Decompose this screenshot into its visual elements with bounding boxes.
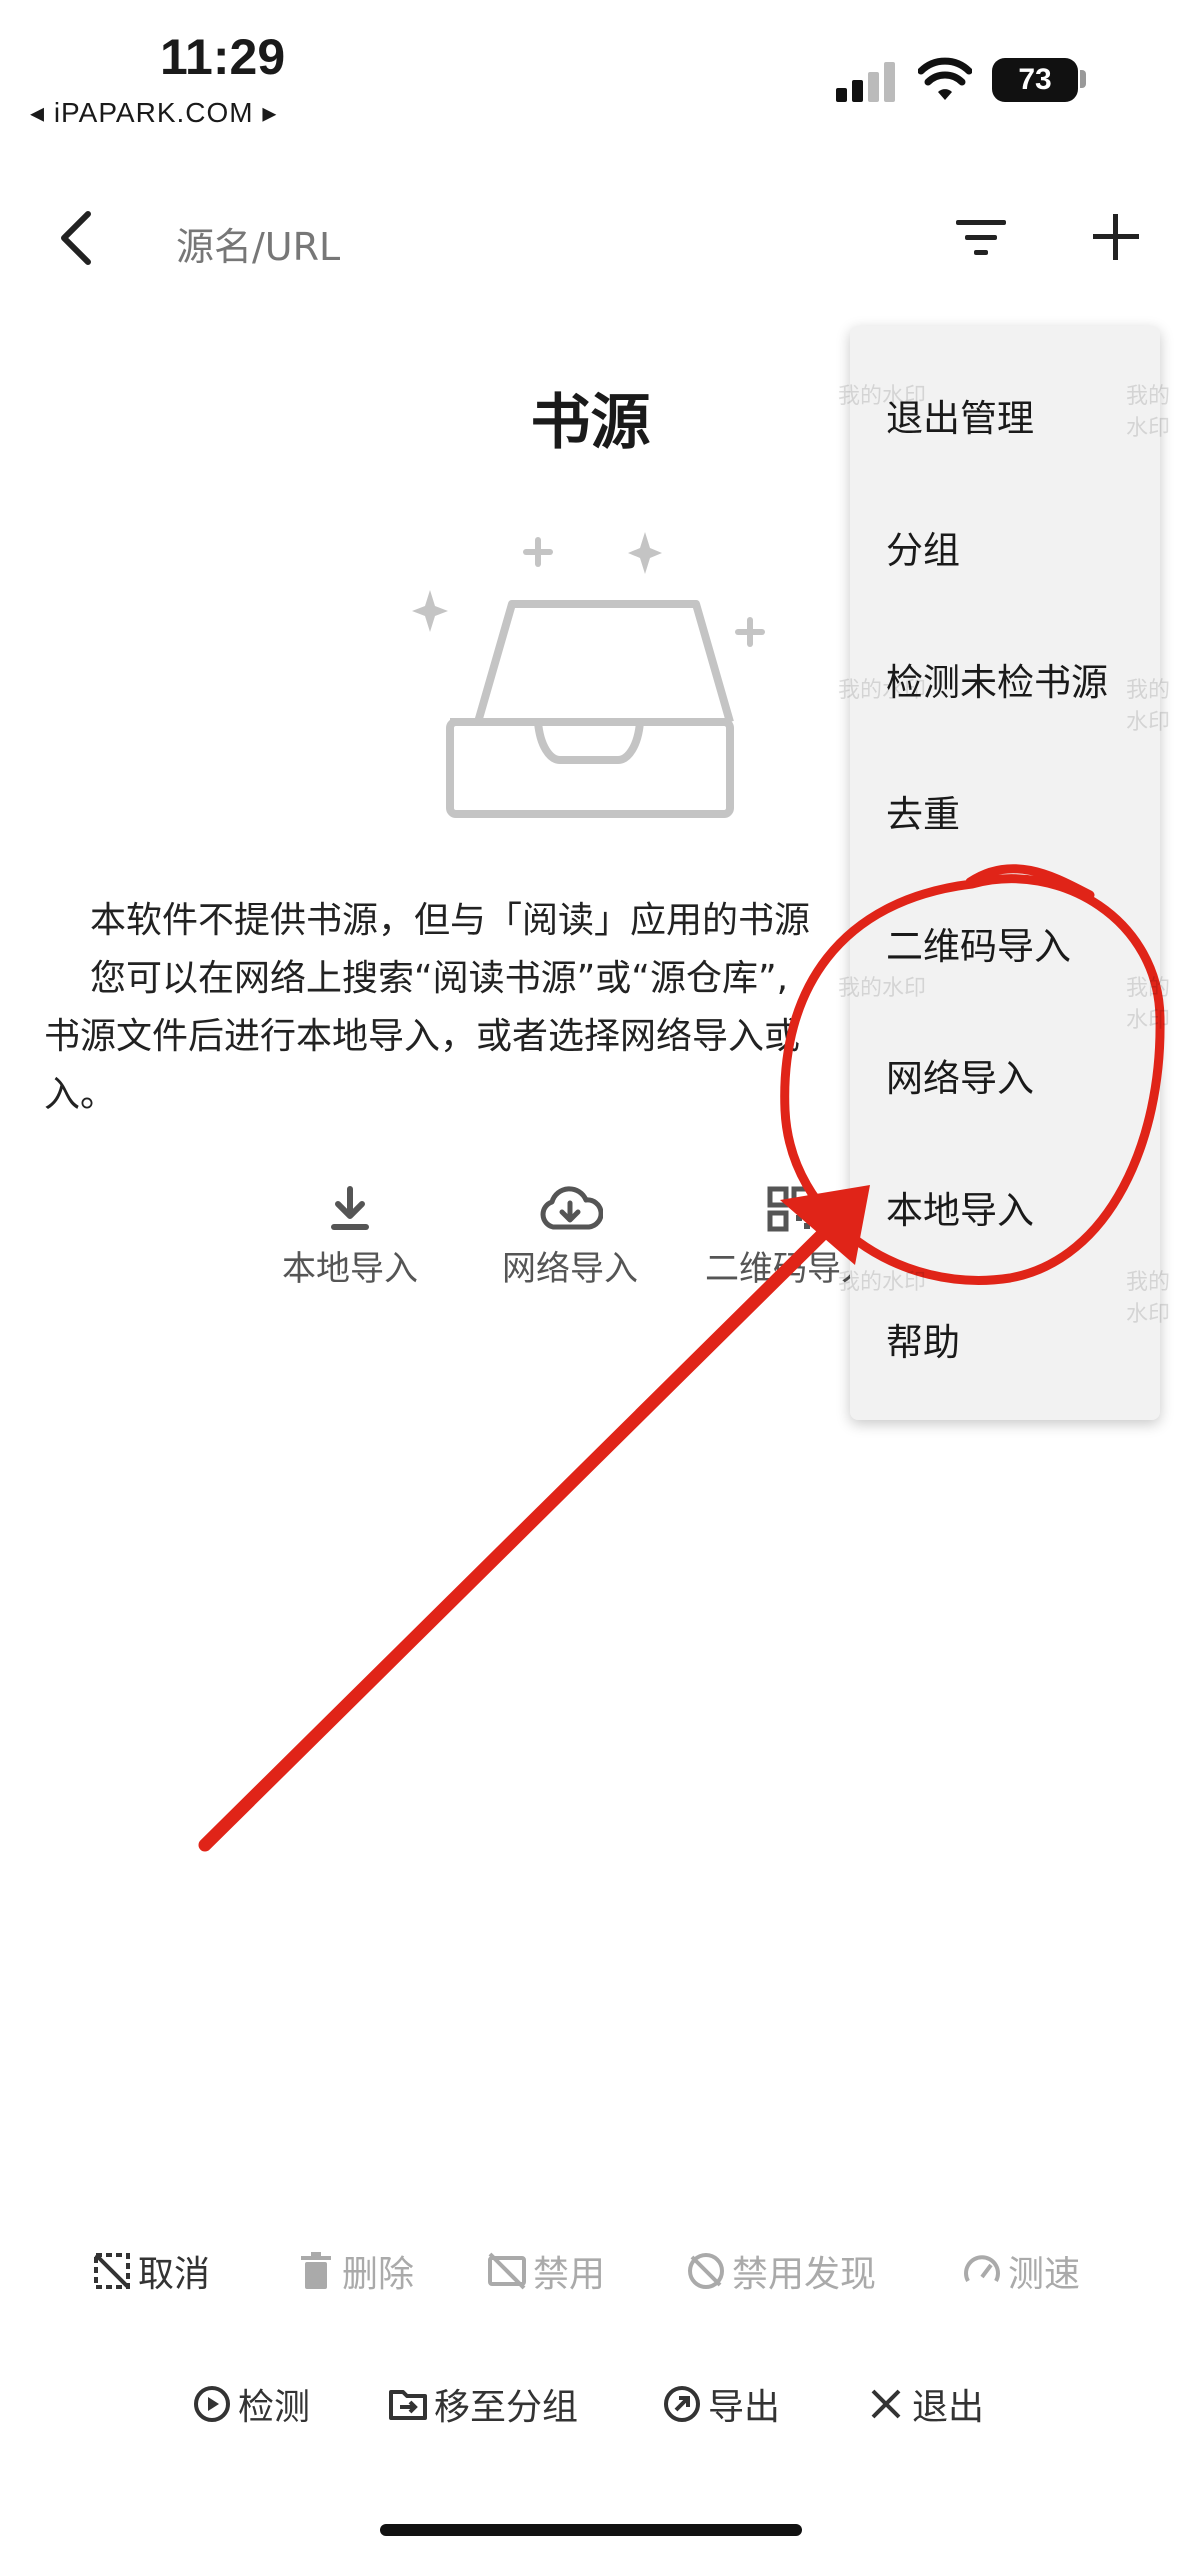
disable-label: 禁用: [533, 2254, 606, 2295]
disable-explore-button[interactable]: 禁用发现: [686, 2245, 876, 2297]
overflow-menu: 退出管理 分组 检测未检书源 去重 二维码导入 网络导入 本地导入 帮助: [850, 326, 1160, 1420]
empty-inbox-icon: [412, 532, 765, 818]
status-time: 11:29: [160, 29, 286, 85]
back-icon[interactable]: [56, 210, 96, 266]
select-cancel-icon: [94, 2253, 130, 2289]
add-icon[interactable]: [1093, 214, 1139, 260]
network-import-button[interactable]: 网络导入: [475, 1185, 665, 1290]
watermark: 我的水印: [838, 1270, 927, 1295]
export-label: 导出: [708, 2387, 781, 2428]
disable-button[interactable]: 禁用: [487, 2245, 605, 2297]
cancel-selection-button[interactable]: 取消: [92, 2245, 210, 2297]
menu-item-network-import[interactable]: 网络导入: [886, 1048, 1034, 1102]
filter-icon[interactable]: [956, 218, 1006, 258]
watermark: 我的水印: [1126, 384, 1171, 441]
cellular-signal-icon: [836, 62, 898, 102]
exit-button[interactable]: 退出: [866, 2378, 984, 2430]
close-icon: [871, 2389, 901, 2419]
menu-item-dedupe[interactable]: 去重: [886, 784, 960, 838]
speed-test-button[interactable]: 测速: [962, 2245, 1080, 2297]
battery-indicator: 73: [992, 58, 1078, 102]
search-input[interactable]: 源名/URL: [176, 216, 340, 271]
wifi-icon: [918, 57, 972, 100]
description-line-3: 书源文件后进行本地导入，或者选择网络导入或: [44, 1016, 801, 1057]
delete-button[interactable]: 删除: [296, 2245, 414, 2297]
watermark: 我的水印: [1126, 976, 1171, 1033]
menu-item-qrcode-import[interactable]: 二维码导入: [886, 916, 1071, 970]
speed-test-label: 测速: [1008, 2254, 1081, 2295]
watermark: 我的水印: [838, 384, 927, 409]
watermark: 我的水印: [1126, 678, 1171, 735]
status-carrier: ◂ iPAPARK.COM ▸: [30, 97, 278, 128]
watermark: 我的水印: [838, 976, 927, 1001]
description-line-1: 本软件不提供书源，但与「阅读」应用的书源: [90, 900, 811, 941]
qrcode-icon: [767, 1186, 813, 1232]
watermark: 我的水印: [838, 678, 927, 703]
export-icon: [664, 2386, 700, 2422]
watermark: 我的水印: [1126, 1270, 1171, 1327]
check-label: 检测: [238, 2387, 311, 2428]
download-icon: [331, 1186, 369, 1230]
disable-icon: [488, 2252, 526, 2290]
check-button[interactable]: 检测: [192, 2378, 310, 2430]
cloud-download-icon: [540, 1186, 603, 1230]
menu-item-local-import[interactable]: 本地导入: [886, 1180, 1034, 1234]
disable-explore-label: 禁用发现: [732, 2254, 877, 2295]
delete-label: 删除: [342, 2254, 415, 2295]
local-import-label: 本地导入: [282, 1249, 418, 1289]
local-import-button[interactable]: 本地导入: [255, 1185, 445, 1290]
network-import-label: 网络导入: [502, 1249, 638, 1289]
home-indicator: [380, 2524, 802, 2536]
menu-item-group[interactable]: 分组: [886, 520, 960, 574]
export-button[interactable]: 导出: [662, 2378, 780, 2430]
battery-nub: [1080, 70, 1086, 88]
speed-icon: [964, 2255, 1000, 2282]
trash-icon: [301, 2252, 331, 2289]
explore-off-icon: [688, 2253, 724, 2289]
play-circle-icon: [194, 2386, 230, 2422]
cancel-label: 取消: [138, 2254, 211, 2295]
move-to-group-label: 移至分组: [434, 2387, 579, 2428]
menu-item-help[interactable]: 帮助: [886, 1312, 960, 1366]
move-to-group-button[interactable]: 移至分组: [388, 2378, 578, 2430]
folder-move-icon: [389, 2390, 427, 2420]
description-line-2: 您可以在网络上搜索“阅读书源”或“源仓库”,: [90, 958, 789, 999]
description-line-4: 入。: [44, 1074, 117, 1115]
exit-label: 退出: [912, 2387, 985, 2428]
